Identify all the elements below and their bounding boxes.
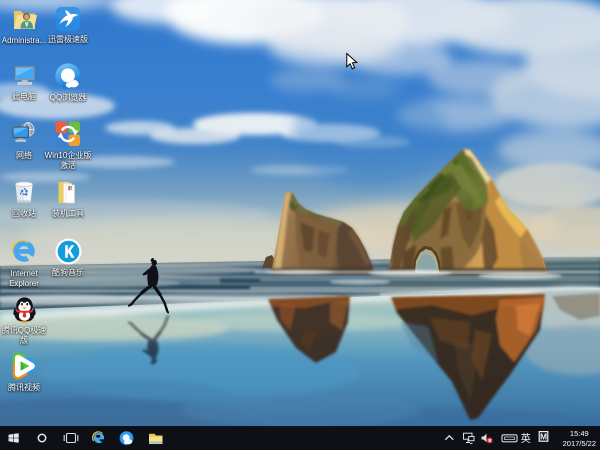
svg-text:M: M xyxy=(540,432,547,442)
svg-text:英: 英 xyxy=(521,432,531,445)
